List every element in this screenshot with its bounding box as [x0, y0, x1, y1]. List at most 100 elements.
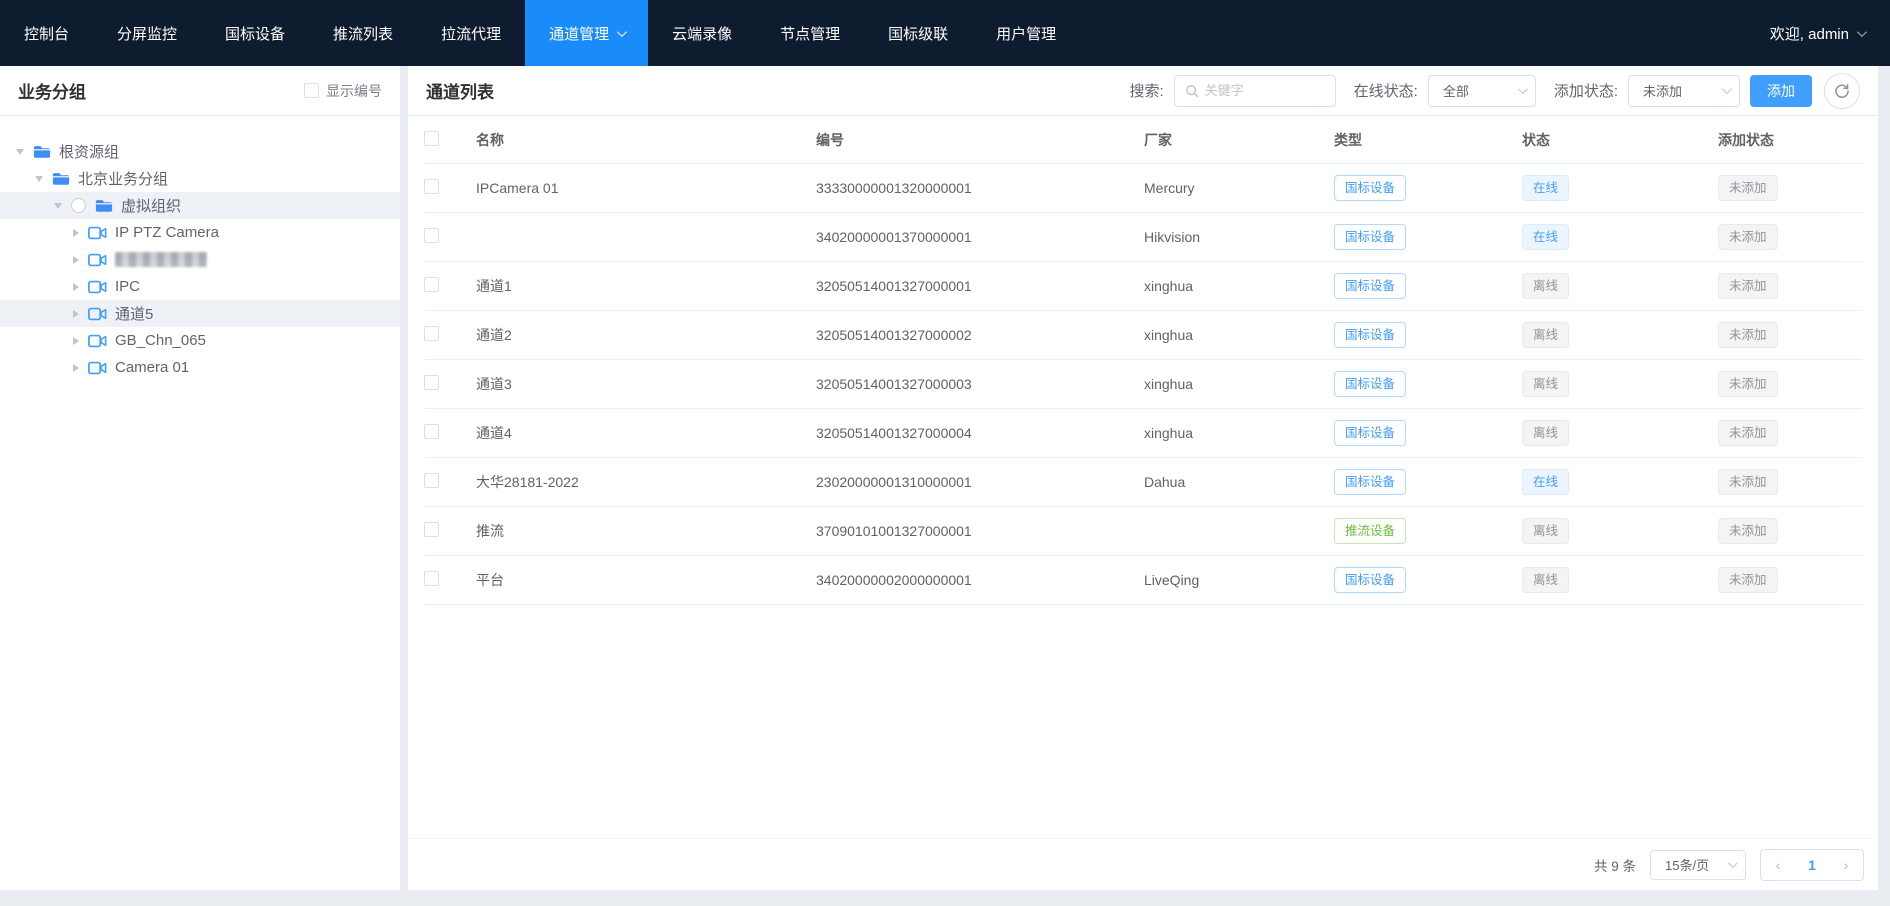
table-header-row: 名称编号厂家类型状态添加状态: [424, 116, 1862, 164]
caret-down-icon[interactable]: [16, 149, 24, 155]
channel-name: 通道1: [476, 276, 816, 296]
add-status-badge: 未添加: [1718, 224, 1778, 250]
caret-right-icon[interactable]: [73, 364, 79, 372]
refresh-icon: [1834, 83, 1850, 99]
row-checkbox[interactable]: [424, 375, 439, 390]
nav-tab-9[interactable]: 用户管理: [972, 0, 1080, 66]
radio-icon[interactable]: [71, 198, 86, 213]
tree-item-label: GB_Chn_065: [115, 332, 206, 349]
column-header-1: 编号: [816, 130, 1144, 150]
tree-item-虚拟组织[interactable]: 虚拟组织: [0, 192, 400, 219]
sidebar-title: 业务分组: [18, 78, 86, 103]
search-input[interactable]: [1205, 83, 1325, 98]
channel-id: 34020000001370000001: [816, 229, 1144, 245]
vendor: xinghua: [1144, 278, 1334, 294]
page-size-select[interactable]: 15条/页: [1650, 850, 1746, 880]
column-header-5: 添加状态: [1718, 130, 1862, 150]
row-checkbox[interactable]: [424, 326, 439, 341]
caret-right-icon[interactable]: [73, 229, 79, 237]
add-status-badge: 未添加: [1718, 518, 1778, 544]
chevron-down-icon: [1722, 84, 1732, 94]
table-row: 通道132050514001327000001xinghua国标设备离线未添加: [424, 262, 1862, 311]
status-badge: 在线: [1522, 175, 1569, 201]
channel-id: 32050514001327000004: [816, 425, 1144, 441]
folder-icon: [52, 171, 70, 186]
camera-icon: [88, 226, 107, 240]
nav-tab-label: 国标设备: [225, 23, 285, 44]
nav-tab-7[interactable]: 节点管理: [756, 0, 864, 66]
total-count-label: 共 9 条: [1594, 855, 1636, 875]
table-row: 通道232050514001327000002xinghua国标设备离线未添加: [424, 311, 1862, 360]
show-number-toggle[interactable]: 显示编号: [304, 81, 382, 101]
vendor: xinghua: [1144, 327, 1334, 343]
add-status-filter-label: 添加状态:: [1554, 80, 1618, 101]
chevron-down-icon: [1518, 84, 1528, 94]
tree-item-IP PTZ Camera[interactable]: IP PTZ Camera: [0, 219, 400, 246]
tree-item-通道5[interactable]: 通道5: [0, 300, 400, 327]
table-row: 平台34020000002000000001LiveQing国标设备离线未添加: [424, 556, 1862, 605]
channel-id: 34020000002000000001: [816, 572, 1144, 588]
prev-page-button[interactable]: ‹: [1761, 850, 1795, 880]
channel-name: 平台: [476, 570, 816, 590]
online-status-select[interactable]: 全部: [1428, 75, 1536, 107]
tree-item-北京业务分组[interactable]: 北京业务分组: [0, 165, 400, 192]
refresh-button[interactable]: [1824, 73, 1860, 109]
user-menu[interactable]: 欢迎, admin: [1770, 0, 1890, 66]
row-checkbox[interactable]: [424, 571, 439, 586]
top-nav: 控制台分屏监控国标设备推流列表拉流代理通道管理云端录像节点管理国标级联用户管理 …: [0, 0, 1890, 66]
nav-tab-2[interactable]: 国标设备: [201, 0, 309, 66]
table-row: 通道432050514001327000004xinghua国标设备离线未添加: [424, 409, 1862, 458]
caret-right-icon[interactable]: [73, 283, 79, 291]
add-status-select[interactable]: 未添加: [1628, 75, 1740, 107]
nav-tab-4[interactable]: 拉流代理: [417, 0, 525, 66]
tree-item-redacted[interactable]: [0, 246, 400, 273]
caret-down-icon[interactable]: [35, 176, 43, 182]
select-all-checkbox[interactable]: [424, 131, 439, 146]
tree-item-Camera 01[interactable]: Camera 01: [0, 354, 400, 381]
tree-item-IPC[interactable]: IPC: [0, 273, 400, 300]
pager: ‹ 1 ›: [1760, 849, 1864, 881]
camera-icon: [88, 280, 107, 294]
type-badge: 国标设备: [1334, 371, 1406, 397]
tree-item-根资源组[interactable]: 根资源组: [0, 138, 400, 165]
status-badge: 离线: [1522, 322, 1569, 348]
column-header-4: 状态: [1522, 130, 1718, 150]
row-checkbox[interactable]: [424, 424, 439, 439]
caret-right-icon[interactable]: [73, 256, 79, 264]
row-checkbox[interactable]: [424, 522, 439, 537]
tree-item-GB_Chn_065[interactable]: GB_Chn_065: [0, 327, 400, 354]
nav-tab-label: 国标级联: [888, 23, 948, 44]
page-size-value: 15条/页: [1665, 855, 1718, 874]
nav-tab-0[interactable]: 控制台: [0, 0, 93, 66]
row-checkbox[interactable]: [424, 473, 439, 488]
caret-right-icon[interactable]: [73, 337, 79, 345]
channel-name: 推流: [476, 521, 816, 541]
show-number-checkbox[interactable]: [304, 83, 319, 98]
caret-down-icon[interactable]: [54, 203, 62, 209]
row-checkbox[interactable]: [424, 179, 439, 194]
add-button[interactable]: 添加: [1750, 75, 1812, 107]
tree-item-label: 北京业务分组: [78, 168, 168, 189]
online-status-label: 在线状态:: [1354, 80, 1418, 101]
current-page-button[interactable]: 1: [1795, 850, 1829, 880]
nav-tab-5[interactable]: 通道管理: [525, 0, 648, 66]
group-tree: 根资源组北京业务分组虚拟组织 IP PTZ Camera IPC通道5 GB_Chn_…: [0, 116, 400, 381]
add-status-badge: 未添加: [1718, 420, 1778, 446]
row-checkbox[interactable]: [424, 228, 439, 243]
tree-item-label: 虚拟组织: [121, 195, 181, 216]
chevron-down-icon: [1728, 858, 1738, 868]
nav-tab-8[interactable]: 国标级联: [864, 0, 972, 66]
type-badge: 国标设备: [1334, 175, 1406, 201]
add-status-badge: 未添加: [1718, 273, 1778, 299]
nav-tab-6[interactable]: 云端录像: [648, 0, 756, 66]
channel-table: 名称编号厂家类型状态添加状态 IPCamera 0133330000001320…: [408, 116, 1878, 838]
caret-right-icon[interactable]: [73, 310, 79, 318]
column-header-0: 名称: [476, 130, 816, 150]
camera-icon: [88, 253, 107, 267]
next-page-button[interactable]: ›: [1829, 850, 1863, 880]
nav-tab-label: 控制台: [24, 23, 69, 44]
nav-tab-3[interactable]: 推流列表: [309, 0, 417, 66]
nav-tab-1[interactable]: 分屏监控: [93, 0, 201, 66]
table-row: IPCamera 0133330000001320000001Mercury国标…: [424, 164, 1862, 213]
row-checkbox[interactable]: [424, 277, 439, 292]
